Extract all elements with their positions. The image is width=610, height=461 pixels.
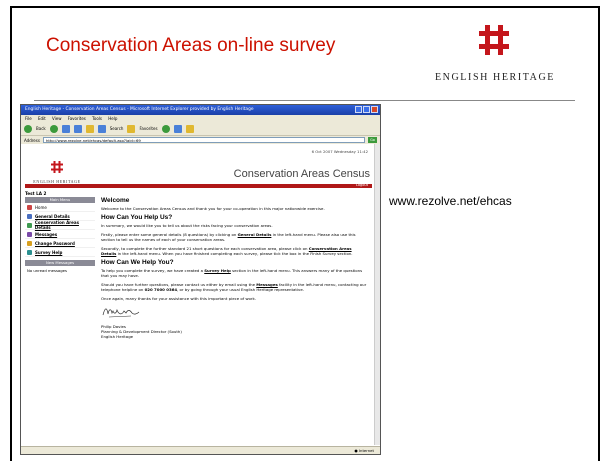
logout-link[interactable]: Logout	[356, 183, 368, 187]
help-us-summary: In summary, we would like you to tell us…	[101, 223, 273, 228]
minimize-button[interactable]	[355, 106, 362, 113]
title-divider	[34, 100, 575, 101]
help-us-general-details: Firstly, please enter some general detai…	[101, 232, 367, 242]
details-icon	[27, 213, 32, 219]
close-button[interactable]	[371, 106, 378, 113]
menu-view[interactable]: View	[52, 116, 62, 121]
browser-window: English Heritage - Conservation Areas Ce…	[20, 104, 381, 455]
address-label: Address	[24, 137, 40, 143]
key-icon	[27, 240, 32, 246]
sidebar-item-label: Messages	[35, 231, 58, 237]
main-content: Welcome Welcome to the Conservation Area…	[101, 197, 367, 339]
welcome-heading: Welcome	[101, 197, 130, 204]
maximize-button[interactable]	[363, 106, 370, 113]
help-you-survey-help: To help you complete the survey, we have…	[101, 268, 367, 278]
search-icon[interactable]	[97, 124, 106, 133]
back-label: Back	[36, 126, 46, 131]
welcome-text: Welcome to the Conservation Areas Census…	[101, 206, 325, 211]
help-us-heading: How Can You Help Us?	[101, 214, 173, 221]
home-button[interactable]	[85, 124, 94, 133]
menu-help[interactable]: Help	[108, 116, 117, 121]
paragraph-text: in the left-hand menu. When you have fin…	[117, 251, 353, 256]
signature-image	[101, 305, 367, 319]
globe-icon: ●	[354, 448, 358, 453]
english-heritage-logo: ENGLISH HERITAGE	[405, 23, 585, 93]
site-logo[interactable]: ENGLISH HERITAGE	[31, 158, 83, 184]
sidebar-item-conservation-areas-details[interactable]: Conservation Areas Details	[25, 220, 95, 230]
survey-help-link[interactable]: Survey Help	[204, 268, 231, 273]
menu-bar: File Edit View Favorites Tools Help	[21, 115, 380, 122]
home-icon	[27, 204, 32, 210]
paragraph-text: , or by going through your usual English…	[177, 287, 304, 292]
help-you-heading: How Can We Help You?	[101, 259, 174, 266]
forward-button[interactable]	[49, 124, 58, 133]
thanks-text: Once again, many thanks for your assista…	[101, 296, 256, 301]
help-icon	[27, 249, 32, 255]
heritage-portcullis-icon	[479, 25, 509, 55]
help-us-conservation-details: Secondly, to complete the further standa…	[101, 246, 367, 256]
back-button[interactable]	[24, 124, 32, 133]
media-icon[interactable]	[161, 124, 170, 133]
messages-icon	[27, 231, 32, 237]
sidebar: Main Menu Home General Details Conservat…	[25, 197, 95, 275]
url-caption: www.rezolve.net/ehcas	[389, 194, 512, 208]
mail-icon[interactable]	[173, 124, 182, 133]
sidebar-item-label: Change Password	[35, 240, 75, 246]
header-band	[25, 184, 372, 188]
no-messages-text: No unread messages	[27, 268, 67, 273]
search-label: Search	[109, 126, 124, 131]
favorites-label: Favorites	[139, 126, 158, 131]
slide-title: Conservation Areas on-line survey	[46, 35, 336, 56]
stop-button[interactable]	[61, 124, 70, 133]
menu-favorites[interactable]: Favorites	[68, 116, 86, 121]
search-icon	[27, 222, 32, 228]
page-date: 6 Oct 2007 Wednesday 11:42	[311, 149, 368, 154]
help-you-contact: Should you have further questions, pleas…	[101, 282, 367, 292]
sidebar-item-label: Home	[35, 204, 47, 210]
favorites-icon[interactable]	[127, 124, 136, 133]
folder-icon[interactable]	[185, 124, 194, 133]
window-title: English Heritage - Conservation Areas Ce…	[25, 107, 254, 112]
go-button[interactable]: Go	[368, 137, 377, 143]
refresh-button[interactable]	[73, 124, 82, 133]
status-bar: ● Internet	[21, 446, 380, 454]
helpline-number: 020 7000 0364	[144, 287, 178, 292]
heritage-portcullis-icon	[51, 161, 63, 173]
sidebar-item-survey-help[interactable]: Survey Help	[25, 248, 95, 257]
vertical-scrollbar[interactable]	[374, 144, 380, 445]
web-page: 6 Oct 2007 Wednesday 11:42 ENGLISH HERIT…	[21, 144, 380, 454]
sidebar-item-messages[interactable]: Messages	[25, 230, 95, 239]
menu-edit[interactable]: Edit	[38, 116, 46, 121]
la-name: Test LA 2	[25, 191, 47, 196]
menu-tools[interactable]: Tools	[92, 116, 102, 121]
menu-file[interactable]: File	[25, 116, 32, 121]
general-details-link[interactable]: General Details	[238, 232, 272, 237]
browser-toolbar: Back Search Favorites	[21, 122, 380, 136]
signer-org: English Heritage	[101, 334, 134, 339]
status-zone: Internet	[358, 448, 374, 453]
sidebar-item-label: General Details	[35, 213, 70, 219]
address-input[interactable]: http://www.rezolve.net/ehcas/default.asp…	[42, 137, 365, 143]
census-title: Conservation Areas Census	[233, 168, 370, 180]
window-controls	[355, 106, 378, 113]
sidebar-item-home[interactable]: Home	[25, 203, 95, 212]
sidebar-item-label: Survey Help	[35, 249, 63, 255]
window-titlebar: English Heritage - Conservation Areas Ce…	[21, 105, 380, 115]
logo-wordmark: ENGLISH HERITAGE	[434, 72, 556, 83]
sidebar-item-change-password[interactable]: Change Password	[25, 239, 95, 248]
sidebar-item-label: Conservation Areas Details	[34, 220, 79, 230]
